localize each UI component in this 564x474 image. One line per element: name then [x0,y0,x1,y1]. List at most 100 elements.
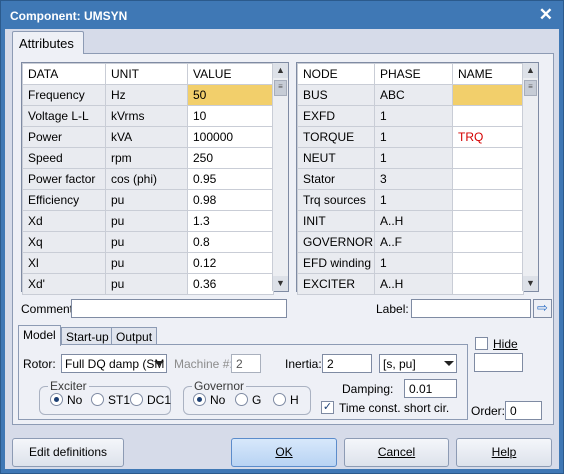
machine-field[interactable]: 2 [231,354,261,373]
label-field[interactable] [411,299,531,318]
name-cell[interactable] [452,84,524,106]
inertia-unit-select[interactable]: [s, pu] [379,354,457,373]
ok-button[interactable]: OK [231,438,337,467]
column-header[interactable]: VALUE [187,63,274,85]
rotor-select[interactable]: Full DQ damp (SM [61,354,167,373]
data-cell: Efficiency [22,189,106,211]
radio-selected-icon[interactable] [50,393,63,406]
name-cell[interactable] [452,273,524,295]
column-header[interactable]: PHASE [374,63,453,85]
governor-radio-h[interactable]: H [273,393,299,407]
hide-label: Hide [493,337,518,351]
hide-field[interactable] [474,353,523,372]
name-cell[interactable] [452,252,524,274]
rotor-value: Full DQ damp (SM [65,357,165,371]
data-cell: Power [22,126,106,148]
column-header[interactable]: DATA [22,63,106,85]
name-cell[interactable]: TRQ [452,126,524,148]
checkmark-icon[interactable]: ✓ [321,401,334,414]
column-header[interactable]: NAME [452,63,524,85]
value-cell[interactable]: 0.36 [187,273,274,295]
tab-output[interactable]: Output [111,327,158,345]
exciter-radio-dc1[interactable]: DC1 [130,393,171,407]
table-row: NEUT 1 [297,147,524,169]
scroll-up-icon[interactable]: ▲ [273,63,288,78]
radio-label: H [290,393,299,407]
value-cell[interactable]: 50 [187,84,274,106]
table-row: Xl pu 0.12 [22,252,274,274]
radio-label: G [252,393,262,407]
value-cell[interactable]: 250 [187,147,274,169]
name-cell[interactable] [452,168,524,190]
radio-icon[interactable] [91,393,104,406]
value-cell[interactable]: 1.3 [187,210,274,232]
radio-icon[interactable] [273,393,286,406]
governor-radio-no[interactable]: No [193,393,225,407]
node-cell: Trq sources [297,189,375,211]
comment-field[interactable] [71,299,287,318]
name-cell[interactable] [452,105,524,127]
tab-model[interactable]: Model [18,325,61,346]
data-cell: Voltage L-L [22,105,106,127]
exciter-radio-no[interactable]: No [50,393,82,407]
name-cell[interactable] [452,147,524,169]
value-cell[interactable]: 10 [187,105,274,127]
table-row: Power factor cos (phi) 0.95 [22,168,274,190]
edit-definitions-button[interactable]: Edit definitions [12,438,124,467]
table-row: Xd pu 1.3 [22,210,274,232]
name-cell[interactable] [452,210,524,232]
data-cell: Power factor [22,168,106,190]
phase-cell: ABC [374,84,453,106]
data-cell: Xd [22,210,106,232]
cancel-button[interactable]: Cancel [344,438,449,467]
scroll-up-icon[interactable]: ▲ [523,63,538,78]
name-cell[interactable] [452,189,524,211]
table-row: Trq sources 1 [297,189,524,211]
unit-cell: rpm [105,147,188,169]
exciter-radio-st1[interactable]: ST1 [91,393,130,407]
data-table: DATA UNIT VALUE Frequency Hz 50 Voltage … [21,62,289,295]
node-cell: EXCITER [297,273,375,295]
inertia-label: Inertia: [285,357,322,371]
help-button[interactable]: Help [456,438,552,467]
name-cell[interactable] [452,231,524,253]
node-cell: EFD winding [297,252,375,274]
node-table-scrollbar[interactable]: ▲ ≡ ▼ [522,63,538,291]
scroll-thumb[interactable]: ≡ [274,80,287,96]
window-title: Component: UMSYN [10,9,128,23]
column-header[interactable]: NODE [297,63,375,85]
value-cell[interactable]: 100000 [187,126,274,148]
arrow-right-icon[interactable]: ⇨ [533,299,552,318]
governor-legend: Governor [194,379,245,393]
node-cell: INIT [297,210,375,232]
damping-field[interactable]: 0.01 [404,379,457,398]
inertia-field[interactable]: 2 [322,354,372,373]
tab-start-up[interactable]: Start-up [61,327,114,345]
value-cell[interactable]: 0.98 [187,189,274,211]
value-cell[interactable]: 0.8 [187,231,274,253]
scroll-down-icon[interactable]: ▼ [273,276,288,291]
order-field[interactable]: 0 [505,401,542,420]
radio-selected-icon[interactable] [193,393,206,406]
radio-icon[interactable] [130,393,143,406]
close-icon[interactable]: ✕ [539,6,553,23]
label-label: Label: [376,302,409,316]
phase-cell: 1 [374,126,453,148]
value-cell[interactable]: 0.12 [187,252,274,274]
unit-cell: Hz [105,84,188,106]
governor-radio-g[interactable]: G [235,393,261,407]
hide-checkbox[interactable] [475,337,488,350]
radio-icon[interactable] [235,393,248,406]
column-header[interactable]: UNIT [105,63,188,85]
node-cell: TORQUE [297,126,375,148]
data-table-scrollbar[interactable]: ▲ ≡ ▼ [272,63,288,291]
unit-cell: cos (phi) [105,168,188,190]
value-cell[interactable]: 0.95 [187,168,274,190]
tab-attributes[interactable]: Attributes [12,31,84,54]
scroll-down-icon[interactable]: ▼ [523,276,538,291]
scroll-thumb[interactable]: ≡ [524,80,537,96]
table-row: BUS ABC [297,84,524,106]
table-row: Frequency Hz 50 [22,84,274,106]
radio-label: No [210,393,226,407]
timeconst-label: Time const. short cir. [339,401,450,415]
